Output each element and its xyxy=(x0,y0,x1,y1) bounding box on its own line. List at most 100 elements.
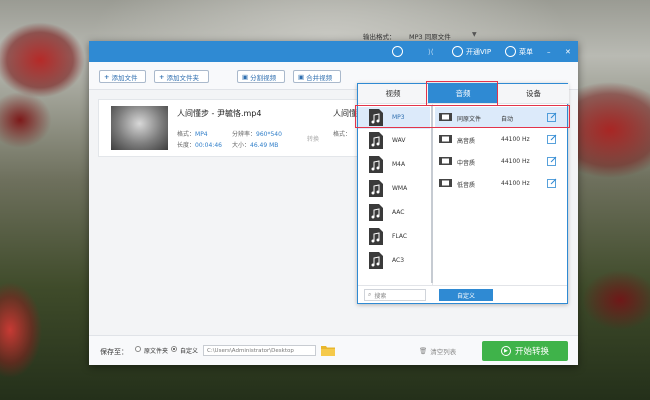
menu-button[interactable]: 菜单 xyxy=(505,45,533,58)
quality-row-low[interactable]: 低音质 44100 Hz xyxy=(435,173,567,193)
format-item-flac[interactable]: FLAC xyxy=(358,226,430,248)
format-item-m4a[interactable]: M4A xyxy=(358,154,430,176)
search-placeholder: 搜索 xyxy=(374,292,387,300)
format-label: AC3 xyxy=(392,257,405,264)
size-label: 大小： xyxy=(232,142,251,149)
vip-button[interactable]: 开通VIP xyxy=(452,45,491,58)
film-icon xyxy=(439,179,452,187)
vip-icon xyxy=(452,46,463,57)
start-convert-button[interactable]: ▶ 开始转换 xyxy=(482,341,568,361)
split-video-button[interactable]: ▣ 分割视频 xyxy=(237,70,285,83)
video-thumbnail xyxy=(111,106,168,150)
radio-original-folder[interactable] xyxy=(135,346,141,352)
add-file-label: 添加文件 xyxy=(111,73,138,82)
edit-icon[interactable] xyxy=(547,134,557,144)
split-video-label: 分割视频 xyxy=(250,73,277,82)
trash-icon: 🗑 xyxy=(419,347,428,355)
format-item-aac[interactable]: AAC xyxy=(358,202,430,224)
format-list-scrollbar[interactable] xyxy=(431,105,433,283)
save-to-label: 保存至： xyxy=(100,348,128,356)
add-file-button[interactable]: + 添加文件 xyxy=(99,70,146,83)
file-name: 人间懂步 - 尹毓恪.mp4 xyxy=(177,109,262,118)
audio-file-icon xyxy=(369,252,383,269)
audio-tab-highlight xyxy=(426,81,498,106)
split-icon: ▣ xyxy=(242,72,249,81)
plus-icon: + xyxy=(104,72,110,81)
play-icon: ▶ xyxy=(500,346,511,356)
minimize-button[interactable]: – xyxy=(547,45,551,58)
tab-video[interactable]: 视频 xyxy=(358,84,428,104)
duration-value: 00:04:46 xyxy=(195,142,222,149)
format-item-wav[interactable]: WAV xyxy=(358,130,430,152)
quality-name: 高音质 xyxy=(457,138,476,145)
edit-icon[interactable] xyxy=(547,156,557,166)
output-format-select[interactable]: MP3 同原文件 xyxy=(409,31,451,41)
radio-custom-folder[interactable] xyxy=(171,346,177,352)
film-icon xyxy=(439,157,452,165)
format-label: WMA xyxy=(392,185,408,192)
custom-format-button[interactable]: 自定义 xyxy=(439,289,493,301)
format-search-input[interactable]: ⌕ 搜索 xyxy=(364,289,426,301)
file-format: 格式：MP4 xyxy=(177,129,208,138)
footer-bar: 保存至： 原文件夹 自定义 C:\Users\Administrator\Des… xyxy=(89,335,578,365)
selected-row-highlight xyxy=(355,105,570,128)
user-icon[interactable] xyxy=(392,45,403,58)
resolution-label: 分辨率： xyxy=(232,131,257,138)
audio-file-icon xyxy=(369,204,383,221)
radio-original-label: 原文件夹 xyxy=(144,348,169,355)
format-value: MP4 xyxy=(195,131,208,138)
merge-icon: ▣ xyxy=(298,72,305,81)
format-label: M4A xyxy=(392,161,406,168)
menu-label: 菜单 xyxy=(519,47,533,56)
search-icon: ⌕ xyxy=(368,291,372,298)
quality-name: 中音质 xyxy=(457,160,476,167)
format-item-wma[interactable]: WMA xyxy=(358,178,430,200)
audio-file-icon xyxy=(369,228,383,245)
duration-label: 长度： xyxy=(177,142,196,149)
menu-icon xyxy=(505,46,516,57)
title-bar: ⟩⟨ 开通VIP 菜单 – ✕ xyxy=(89,41,578,62)
merge-video-button[interactable]: ▣ 合并视频 xyxy=(293,70,341,83)
format-label: AAC xyxy=(392,209,405,216)
audio-file-icon xyxy=(369,180,383,197)
output-format-label: 格式： xyxy=(333,131,352,138)
popup-footer: ⌕ 搜索 自定义 xyxy=(358,285,567,304)
audio-file-icon xyxy=(369,132,383,149)
separator-icon: ⟩⟨ xyxy=(428,47,434,56)
quality-rate: 44100 Hz xyxy=(501,158,530,165)
output-format-label: 输出格式： xyxy=(363,33,396,41)
format-label: 格式： xyxy=(177,131,196,138)
chevron-down-icon[interactable]: ▼ xyxy=(472,31,477,38)
file-size: 大小：46.49 MB xyxy=(232,140,278,149)
clear-list-button[interactable]: 🗑 清空列表 xyxy=(419,346,456,356)
plus-icon: + xyxy=(159,72,165,81)
folder-icon[interactable] xyxy=(321,345,335,356)
output-format: 格式： xyxy=(333,129,351,138)
merge-video-label: 合并视频 xyxy=(306,73,333,82)
format-list: MP3 WAV M4A WMA AAC FLAC AC3 xyxy=(358,104,433,285)
tab-device[interactable]: 设备 xyxy=(498,84,569,104)
vip-label: 开通VIP xyxy=(466,47,492,56)
file-duration: 长度：00:04:46 xyxy=(177,140,222,149)
film-icon xyxy=(439,135,452,143)
format-item-ac3[interactable]: AC3 xyxy=(358,250,430,272)
quality-row-high[interactable]: 高音质 44100 Hz xyxy=(435,129,567,149)
convert-arrow-icon: 转换 xyxy=(307,136,320,143)
radio-custom-label: 自定义 xyxy=(180,348,199,355)
edit-icon[interactable] xyxy=(547,178,557,188)
save-path-input[interactable]: C:\Users\Administrator\Desktop xyxy=(203,345,316,356)
file-resolution: 分辨率：960*540 xyxy=(232,129,282,138)
quality-rate: 44100 Hz xyxy=(501,136,530,143)
format-label: WAV xyxy=(392,137,406,144)
resolution-value: 960*540 xyxy=(256,131,282,138)
add-folder-label: 添加文件夹 xyxy=(166,73,199,82)
quality-name: 低音质 xyxy=(457,182,476,189)
audio-file-icon xyxy=(369,156,383,173)
size-value: 46.49 MB xyxy=(250,142,279,149)
format-label: FLAC xyxy=(392,233,408,240)
clear-list-label: 清空列表 xyxy=(430,348,457,356)
add-folder-button[interactable]: + 添加文件夹 xyxy=(154,70,209,83)
quality-row-medium[interactable]: 中音质 44100 Hz xyxy=(435,151,567,171)
quality-rate: 44100 Hz xyxy=(501,180,530,187)
close-button[interactable]: ✕ xyxy=(565,45,571,58)
